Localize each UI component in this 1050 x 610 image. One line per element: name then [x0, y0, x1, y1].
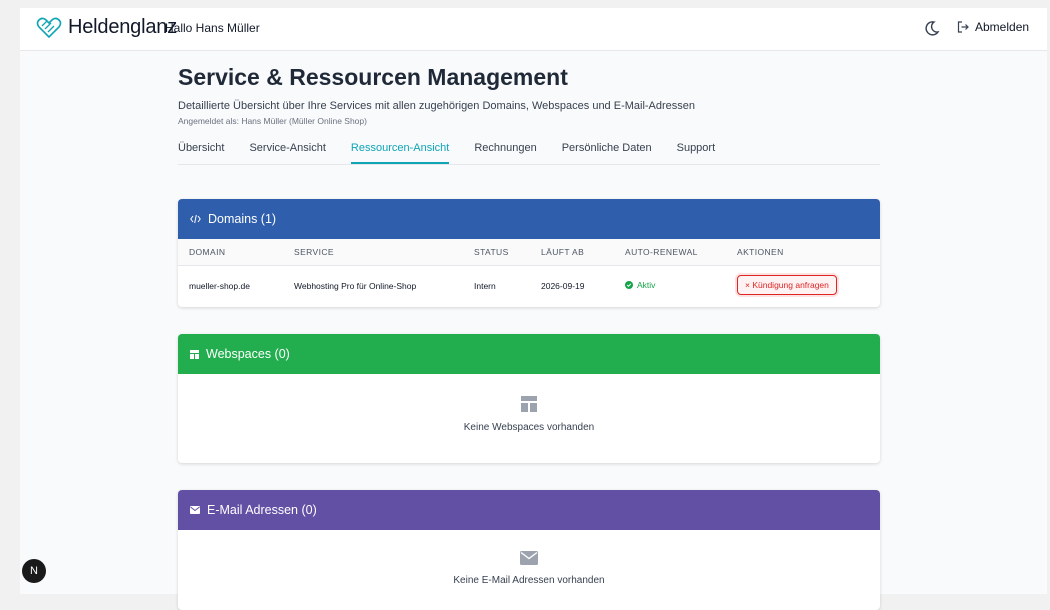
- col-expires: LÄUFT AB: [541, 247, 585, 257]
- domains-table-header: DOMAIN SERVICE STATUS LÄUFT AB AUTO-RENE…: [178, 239, 880, 266]
- envelope-icon: [190, 506, 200, 514]
- auto-renewal-label: Aktiv: [637, 280, 656, 290]
- brand-name: Heldenglanz: [68, 16, 177, 38]
- top-bar: Heldenglanz Hallo Hans Müller Abmelden: [20, 8, 1047, 51]
- email-empty-text: Keine E-Mail Adressen vorhanden: [453, 575, 605, 586]
- expiry-date: 2026-09-19: [541, 281, 585, 291]
- col-domain: DOMAIN: [189, 247, 226, 257]
- tab-resource-view[interactable]: Ressourcen-Ansicht: [350, 142, 450, 164]
- moon-icon[interactable]: [923, 19, 941, 37]
- page-subtitle: Detaillierte Übersicht über Ihre Service…: [178, 100, 696, 112]
- domain-name[interactable]: mueller-shop.de: [189, 281, 250, 291]
- webspaces-empty-state: Keine Webspaces vorhanden: [178, 374, 880, 433]
- tab-support[interactable]: Support: [677, 142, 716, 164]
- tab-service-view[interactable]: Service-Ansicht: [249, 142, 325, 164]
- app-window: Heldenglanz Hallo Hans Müller Abmelden S…: [20, 8, 1047, 610]
- dev-tools-badge[interactable]: N: [22, 559, 46, 583]
- webspaces-header: Webspaces (0): [178, 334, 880, 374]
- webspaces-empty-text: Keine Webspaces vorhanden: [463, 422, 595, 433]
- col-actions: AKTIONEN: [737, 247, 784, 257]
- email-empty-state: Keine E-Mail Adressen vorhanden: [178, 530, 880, 586]
- service-name: Webhosting Pro für Online-Shop: [294, 281, 417, 291]
- status-value: Intern: [474, 281, 496, 291]
- logout-icon: [957, 21, 969, 33]
- webspaces-card: Webspaces (0) Keine Webspaces vorhanden: [178, 334, 880, 463]
- page-title: Service & Ressourcen Management: [178, 64, 568, 90]
- logged-in-info: Angemeldet als: Hans Müller (Müller Onli…: [178, 116, 367, 126]
- tab-invoices[interactable]: Rechnungen: [474, 142, 536, 164]
- page-header: Service & Ressourcen Management Detailli…: [178, 64, 880, 165]
- logout-button[interactable]: Abmelden: [957, 20, 1029, 34]
- cancellation-request-button[interactable]: × Kündigung anfragen: [737, 275, 837, 295]
- tab-bar: Übersicht Service-Ansicht Ressourcen-Ans…: [178, 142, 880, 165]
- email-title: E-Mail Adressen (0): [207, 503, 317, 517]
- brand-logo[interactable]: Heldenglanz: [36, 16, 177, 39]
- logout-label: Abmelden: [975, 20, 1030, 34]
- heart-logo-icon: [36, 17, 62, 38]
- domains-header: Domains (1): [178, 199, 880, 239]
- col-auto-renewal: AUTO-RENEWAL: [625, 247, 698, 257]
- check-circle-icon: [625, 281, 633, 289]
- auto-renewal-status: Aktiv: [625, 280, 655, 290]
- layout-icon: [190, 349, 199, 359]
- email-header: E-Mail Adressen (0): [178, 490, 880, 530]
- envelope-placeholder-icon: [178, 551, 880, 565]
- webspaces-title: Webspaces (0): [206, 347, 290, 361]
- tab-overview[interactable]: Übersicht: [178, 142, 224, 164]
- email-card: E-Mail Adressen (0) Keine E-Mail Adresse…: [178, 490, 880, 610]
- tab-personal-data[interactable]: Persönliche Daten: [562, 142, 652, 164]
- col-status: STATUS: [474, 247, 509, 257]
- code-icon: [190, 214, 201, 224]
- domains-title: Domains (1): [208, 212, 277, 226]
- layout-placeholder-icon: [178, 396, 880, 412]
- domains-card: Domains (1) DOMAIN SERVICE STATUS LÄUFT …: [178, 199, 880, 307]
- greeting-text: Hallo Hans Müller: [165, 21, 260, 35]
- table-row: mueller-shop.de Webhosting Pro für Onlin…: [178, 266, 880, 307]
- col-service: SERVICE: [294, 247, 334, 257]
